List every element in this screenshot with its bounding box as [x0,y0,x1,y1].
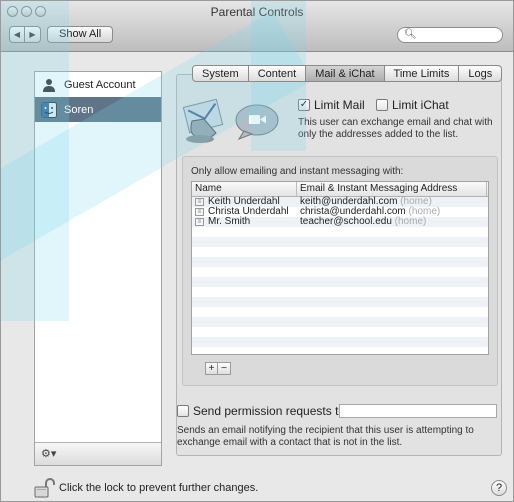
tab-system[interactable]: System [192,65,249,82]
tab-logs[interactable]: Logs [459,65,503,82]
gear-icon[interactable]: ⚙▾ [41,447,56,460]
help-button[interactable]: ? [491,480,507,496]
table-row-empty [192,227,488,237]
forward-button[interactable]: ▶ [25,26,41,43]
column-address[interactable]: Email & Instant Messaging Address [297,182,487,196]
title-bar: Parental Controls ◀ ▶ Show All 🔍︎ [1,1,513,52]
table-row-empty [192,257,488,267]
chevron-left-icon: ◀ [13,30,21,39]
table-body: ≡ Keith Underdahl keith@underdahl.com (ho… [192,197,488,347]
account-label: Soren [64,103,94,116]
address-tag: (home) [394,216,427,227]
column-name[interactable]: Name [192,182,297,196]
contacts-group-label: Only allow emailing and instant messagin… [191,166,404,177]
limit-ichat-checkbox[interactable]: Limit iChat [376,98,449,112]
window-title: Parental Controls [210,5,304,19]
search-icon: 🔍︎ [404,29,417,40]
checkbox-box [376,99,388,111]
accounts-sidebar: Guest Account Soren ⚙▾ [34,71,162,466]
chevron-right-icon: ▶ [29,30,36,39]
limit-mail-checkbox[interactable]: ✓ Limit Mail [298,98,365,112]
limit-mail-label: Limit Mail [314,98,365,112]
contacts-table: Name Email & Instant Messaging Address ≡… [191,181,489,355]
table-row-empty [192,277,488,287]
account-guest[interactable]: Guest Account [35,72,161,97]
permission-email-field[interactable] [339,404,497,418]
back-button[interactable]: ◀ [9,26,25,43]
contact-name: Mr. Smith [208,216,251,227]
user-silhouette-icon [41,77,57,93]
contact-card-icon: ≡ [195,208,204,216]
mail-app-icon [182,98,228,145]
nav-buttons: ◀ ▶ [9,26,41,43]
limit-description: This user can exchange email and chat wi… [298,117,493,140]
contact-address: teacher@school.edu [300,216,392,227]
table-row-empty [192,327,488,337]
table-row-empty [192,267,488,277]
search-field[interactable]: 🔍︎ [397,27,503,43]
table-row-empty [192,337,488,347]
checkbox-box [177,405,189,417]
table-row-empty [192,297,488,307]
lock-message: Click the lock to prevent further change… [59,482,259,494]
list-edit-buttons: + − [205,362,231,375]
checkmark-icon: ✓ [298,99,310,111]
lock-icon[interactable] [34,478,56,498]
table-row-empty [192,287,488,297]
search-input[interactable] [416,29,496,41]
send-permission-label: Send permission requests to: [193,404,349,418]
contact-card-icon: ≡ [195,218,204,226]
account-soren[interactable]: Soren [35,97,161,122]
table-row-empty [192,317,488,327]
parental-controls-window: Parental Controls ◀ ▶ Show All 🔍︎ Guest … [0,0,514,502]
contact-card-icon: ≡ [195,198,204,206]
remove-contact-button[interactable]: − [218,362,231,375]
limit-ichat-label: Limit iChat [392,98,449,112]
tab-mail-ichat[interactable]: Mail & iChat [306,65,385,82]
table-row-empty [192,307,488,317]
table-row-empty [192,237,488,247]
ichat-app-icon [234,103,280,141]
show-all-button[interactable]: Show All [47,26,114,43]
tab-content[interactable]: Content [248,65,307,82]
footer-bar: Click the lock to prevent further change… [1,467,513,501]
account-label: Guest Account [64,78,136,91]
tab-time-limits[interactable]: Time Limits [384,65,460,82]
table-header: Name Email & Instant Messaging Address [192,182,488,197]
table-row-empty [192,247,488,257]
send-permission-checkbox[interactable]: Send permission requests to: [177,404,348,418]
table-row[interactable]: ≡ Mr. Smith teacher@school.edu (home) [192,217,488,227]
sidebar-toolbar: ⚙▾ [35,442,161,465]
tab-bar: System Content Mail & iChat Time Limits … [192,65,503,82]
add-contact-button[interactable]: + [205,362,218,375]
permission-description: Sends an email notifying the recipient t… [177,425,474,448]
finder-face-icon [41,101,57,118]
